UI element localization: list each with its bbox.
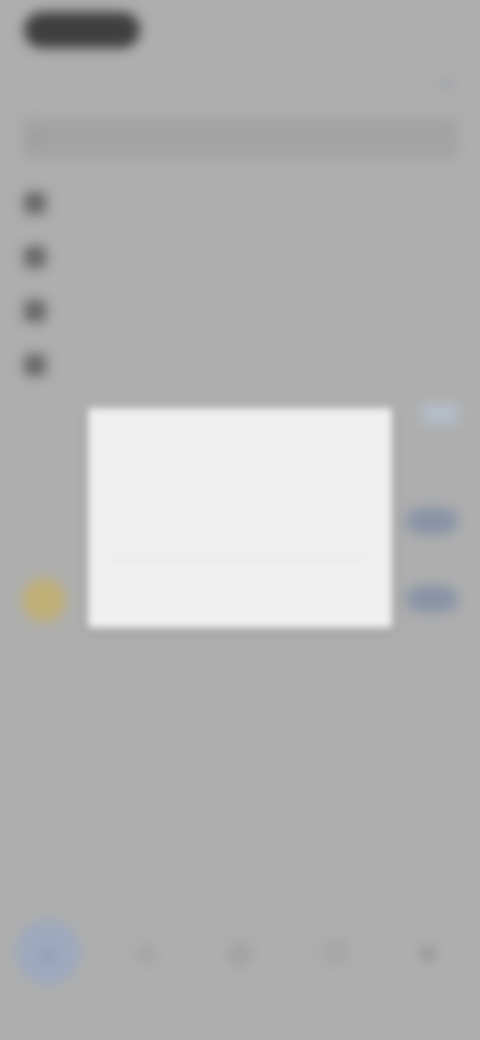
input-dialog	[88, 408, 392, 628]
ok-button[interactable]	[262, 584, 362, 614]
dialog-input-field[interactable]	[112, 528, 364, 559]
cancel-button[interactable]	[118, 584, 218, 614]
